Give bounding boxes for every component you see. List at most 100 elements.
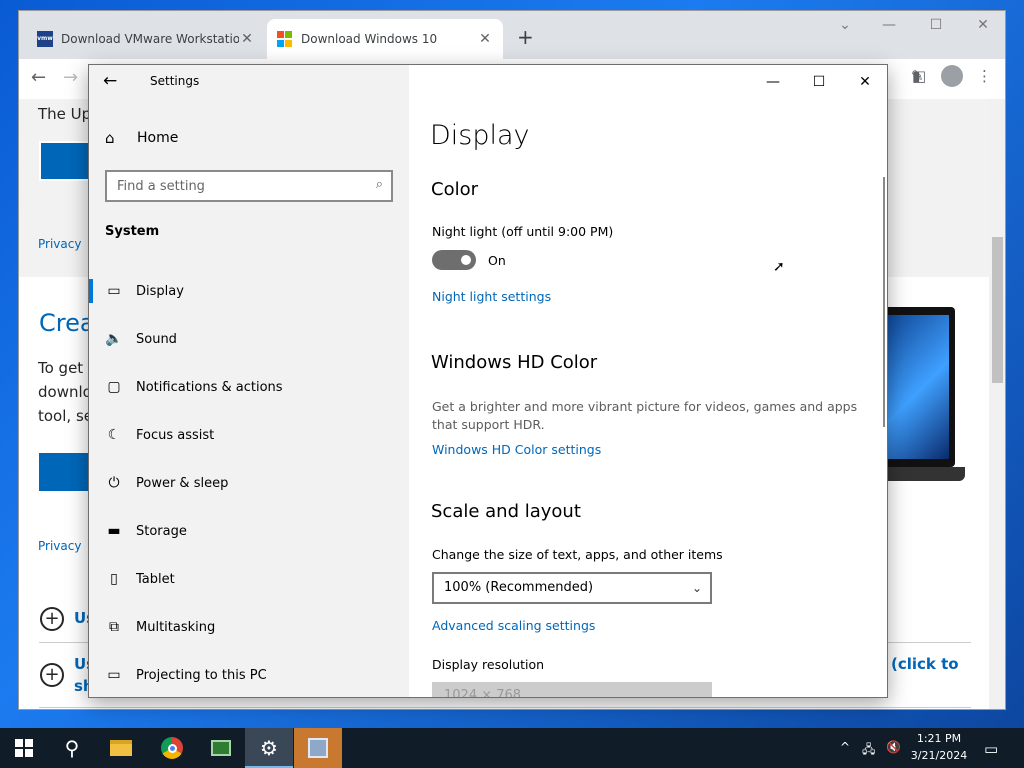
tab-close-icon[interactable]: ✕	[239, 31, 255, 47]
search-input[interactable]	[107, 172, 357, 200]
page-paragraph-line: tool, se	[38, 407, 93, 425]
mouse-cursor-icon: ➚	[773, 259, 785, 275]
volume-muted-icon[interactable]: 🔇	[886, 740, 901, 754]
sidebar-item-sound[interactable]: 🔈 Sound	[89, 315, 409, 363]
close-button[interactable]: ✕	[842, 69, 887, 95]
new-tab-button[interactable]: +	[517, 25, 534, 49]
scale-layout-heading: Scale and layout	[431, 501, 581, 522]
file-explorer-icon[interactable]	[97, 728, 145, 768]
tab-close-icon[interactable]: ✕	[477, 31, 493, 47]
browser-minimize-button[interactable]: —	[869, 17, 909, 33]
speaker-icon: 🔈	[105, 331, 123, 347]
privacy-link[interactable]: Privacy	[38, 539, 81, 553]
section-label: System	[105, 224, 160, 239]
projecting-icon: ▭	[107, 667, 121, 683]
sidebar-item-power-sleep[interactable]: ⏻ Power & sleep	[89, 459, 409, 507]
tray-chevron-icon[interactable]: ^	[840, 740, 850, 754]
sidebar-item-focus-assist[interactable]: ☾ Focus assist	[89, 411, 409, 459]
clock-date: 3/21/2024	[910, 749, 968, 762]
taskbar: ⚲ ⚙ ^ 🖧 🔇 ▭	[0, 728, 1024, 768]
sidebar-item-projecting[interactable]: ▭ Projecting to this PC	[89, 651, 409, 697]
sidebar-item-multitasking[interactable]: ⧉ Multitasking	[89, 603, 409, 651]
sidebar-item-label: Focus assist	[136, 427, 215, 443]
content-scrollbar[interactable]	[883, 177, 885, 427]
start-button[interactable]	[0, 728, 48, 768]
toggle-state-label: On	[488, 253, 506, 268]
browser-maximize-button[interactable]: ☐	[916, 17, 956, 33]
divider	[39, 707, 971, 708]
network-icon[interactable]: 🖧	[862, 740, 875, 761]
sidebar-item-notifications[interactable]: ▢ Notifications & actions	[89, 363, 409, 411]
create-media-heading: Crea	[39, 309, 95, 337]
search-box[interactable]: ⌕	[105, 170, 393, 202]
sidebar-item-label: Power & sleep	[136, 475, 229, 491]
sidebar-item-display[interactable]: ▭ Display	[89, 267, 409, 315]
tablet-icon: ▯	[110, 571, 118, 587]
vmware-favicon-icon: vmw	[37, 31, 53, 47]
resolution-dropdown[interactable]: 1024 × 768	[432, 682, 712, 698]
privacy-link[interactable]: Privacy	[38, 237, 81, 251]
hd-color-heading: Windows HD Color	[431, 352, 598, 373]
hd-color-settings-link[interactable]: Windows HD Color settings	[432, 442, 601, 457]
monitor-icon: ▭	[107, 283, 121, 299]
page-paragraph-line: downlo	[38, 383, 92, 401]
hd-color-description: Get a brighter and more vibrant picture …	[432, 399, 858, 432]
clock-time: 1:21 PM	[916, 732, 962, 745]
resolution-dropdown-value: 1024 × 768	[444, 688, 522, 698]
expand-plus-icon[interactable]: +	[40, 607, 64, 631]
chevron-down-icon: ⌄	[691, 581, 702, 595]
back-arrow-icon[interactable]: ←	[31, 67, 46, 88]
notification-icon: ▢	[107, 379, 121, 395]
accordion-link-text[interactable]: (click to	[891, 655, 959, 673]
settings-window: ← Settings ⌂ Home ⌕ System ▭ Display 🔈 S…	[88, 64, 888, 698]
scale-label: Change the size of text, apps, and other…	[432, 547, 723, 562]
back-arrow-icon[interactable]: ←	[103, 71, 117, 91]
sidebar-item-tablet[interactable]: ▯ Tablet	[89, 555, 409, 603]
action-center-icon[interactable]: ▭	[984, 740, 998, 758]
system-clock[interactable]: 1:21 PM 3/21/2024	[904, 730, 974, 764]
microsoft-favicon-icon	[277, 31, 293, 47]
settings-titlebar: ← Settings	[89, 65, 409, 99]
scale-dropdown[interactable]: 100% (Recommended) ⌄	[432, 572, 712, 604]
sidebar-item-label: Multitasking	[136, 619, 216, 635]
search-icon[interactable]: ⚲	[48, 728, 96, 768]
maximize-button[interactable]: ☐	[796, 69, 842, 95]
tab-title: Download VMware Workstation	[61, 32, 239, 46]
home-icon: ⌂	[105, 129, 115, 147]
tab-title: Download Windows 10	[301, 32, 438, 46]
color-heading: Color	[431, 179, 478, 200]
night-light-label: Night light (off until 9:00 PM)	[432, 224, 614, 239]
page-title: Display	[430, 120, 530, 151]
sidebar-item-storage[interactable]: ▬ Storage	[89, 507, 409, 555]
installer-app-icon[interactable]	[294, 728, 342, 768]
browser-close-button[interactable]: ✕	[963, 17, 1003, 33]
advanced-scaling-link[interactable]: Advanced scaling settings	[432, 618, 595, 633]
sidebar-item-label: Tablet	[136, 571, 175, 587]
forward-arrow-icon[interactable]: →	[63, 67, 78, 88]
sidebar-item-label: Storage	[136, 523, 187, 539]
settings-gear-icon[interactable]: ⚙	[245, 728, 293, 768]
night-light-toggle[interactable]	[432, 250, 476, 270]
tab-download-windows10[interactable]: Download Windows 10 ✕	[267, 19, 503, 59]
expand-plus-icon[interactable]: +	[40, 663, 64, 687]
night-light-settings-link[interactable]: Night light settings	[432, 289, 551, 304]
app-title: Settings	[150, 74, 200, 88]
settings-content-pane: — ☐ ✕ Display Color Night light (off unt…	[409, 65, 887, 698]
tab-download-vmware[interactable]: vmw Download VMware Workstation ✕	[27, 19, 265, 59]
page-scrollbar[interactable]	[989, 99, 1005, 709]
profile-avatar-icon[interactable]	[941, 65, 963, 87]
minimize-button[interactable]: —	[750, 69, 796, 95]
menu-dots-icon[interactable]: ⋮	[977, 67, 992, 85]
toggle-knob	[461, 255, 471, 265]
scrollbar-thumb[interactable]	[992, 237, 1003, 383]
tab-search-chevron-icon[interactable]: ⌄	[825, 17, 865, 33]
page-text-fragment: The Up	[38, 105, 92, 123]
chrome-icon[interactable]	[148, 728, 196, 768]
search-icon[interactable]: ⌕	[376, 177, 383, 192]
home-nav-item[interactable]: ⌂ Home	[105, 129, 178, 147]
side-panel-icon[interactable]: ◧	[912, 67, 926, 85]
resolution-label: Display resolution	[432, 657, 545, 672]
home-label: Home	[137, 130, 179, 146]
vmware-app-icon[interactable]	[197, 728, 245, 768]
settings-nav-pane: ← Settings ⌂ Home ⌕ System ▭ Display 🔈 S…	[89, 65, 409, 697]
